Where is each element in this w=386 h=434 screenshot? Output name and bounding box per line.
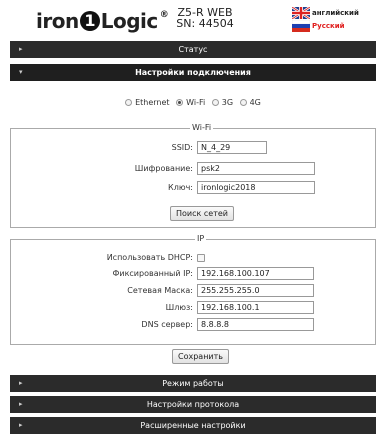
logo-text-iron: iron: [36, 9, 79, 33]
radio-dot: [211, 99, 219, 106]
gateway-label: Шлюз:: [165, 303, 193, 312]
key-label: Ключ:: [168, 183, 193, 192]
section-advanced[interactable]: ▸ Расширенные настройки: [10, 417, 376, 434]
radio-dot: [125, 99, 133, 106]
section-mode-label: Режим работы: [162, 379, 224, 388]
radio-label: Ethernet: [135, 98, 170, 107]
radio-dot: [239, 99, 247, 106]
encryption-label: Шифрование:: [134, 164, 193, 173]
device-info: Z5-R WEB SN: 44504: [172, 7, 238, 29]
radio-label: 3G: [221, 98, 234, 107]
chevron-right-icon: ▸: [19, 379, 23, 387]
dhcp-label: Использовать DHCP:: [106, 253, 193, 262]
language-selector: английский Русский: [292, 6, 359, 32]
radio-ethernet[interactable]: Ethernet: [125, 98, 170, 107]
dhcp-checkbox[interactable]: [197, 253, 205, 262]
section-status[interactable]: ▸ Статус: [10, 41, 376, 58]
section-advanced-label: Расширенные настройки: [140, 421, 246, 430]
key-row: Ключ: ironlogic2018: [11, 181, 315, 194]
ssid-row: SSID: N_4_29: [11, 141, 267, 154]
language-english-label: английский: [312, 8, 359, 17]
ironlogic-logo: iron 1 Logic ®: [36, 9, 169, 33]
chevron-right-icon: ▸: [19, 400, 23, 408]
connection-panel: Ethernet Wi-Fi 3G 4G Wi-Fi SSID: N_4_29 …: [10, 81, 376, 371]
wifi-legend: Wi-Fi: [190, 123, 214, 132]
wifi-fieldset: Wi-Fi SSID: N_4_29 Шифрование: psk2 Ключ…: [10, 123, 376, 228]
radio-4g[interactable]: 4G: [239, 98, 261, 107]
gateway-input[interactable]: 192.168.100.1: [197, 301, 314, 314]
radio-3g[interactable]: 3G: [211, 98, 234, 107]
dns-row: DNS сервер: 8.8.8.8: [11, 318, 314, 331]
language-russian[interactable]: Русский: [292, 19, 359, 32]
section-connection-label: Настройки подключения: [135, 68, 251, 77]
radio-label: 4G: [249, 98, 261, 107]
mask-label: Сетевая Маска:: [127, 286, 193, 295]
section-connection[interactable]: ▾ Настройки подключения: [10, 64, 376, 81]
mask-input[interactable]: 255.255.255.0: [197, 284, 314, 297]
ip-fieldset: IP Использовать DHCP: Фиксированный IP: …: [10, 234, 376, 345]
ru-flag-icon: [292, 19, 310, 32]
fixed-ip-input[interactable]: 192.168.100.107: [197, 267, 314, 280]
mask-row: Сетевая Маска: 255.255.255.0: [11, 284, 314, 297]
section-protocol[interactable]: ▸ Настройки протокола: [10, 396, 376, 413]
chevron-right-icon: ▸: [19, 45, 23, 53]
dns-input[interactable]: 8.8.8.8: [197, 318, 314, 331]
chevron-down-icon: ▾: [19, 68, 23, 76]
section-mode[interactable]: ▸ Режим работы: [10, 375, 376, 392]
page-header: iron 1 Logic ® Z5-R WEB SN: 44504 английски…: [0, 0, 386, 40]
gateway-row: Шлюз: 192.168.100.1: [11, 301, 314, 314]
encryption-input[interactable]: psk2: [197, 162, 315, 175]
language-russian-label: Русский: [312, 21, 345, 30]
radio-wifi[interactable]: Wi-Fi: [176, 98, 205, 107]
encryption-row: Шифрование: psk2: [11, 162, 315, 175]
uk-flag-icon: [292, 6, 310, 19]
scan-networks-button[interactable]: Поиск сетей: [170, 206, 234, 221]
ssid-label: SSID:: [171, 143, 193, 152]
logo-registered-mark: ®: [159, 10, 169, 20]
logo-text-logic: Logic: [100, 9, 159, 33]
radio-label: Wi-Fi: [186, 98, 206, 107]
radio-dot: [176, 99, 184, 106]
dhcp-row: Использовать DHCP:: [11, 253, 205, 262]
save-button[interactable]: Сохранить: [172, 349, 229, 364]
key-input[interactable]: ironlogic2018: [197, 181, 315, 194]
section-protocol-label: Настройки протокола: [146, 400, 240, 409]
ip-legend: IP: [195, 234, 207, 243]
fixed-ip-label: Фиксированный IP:: [112, 269, 193, 278]
dns-label: DNS сервер:: [141, 320, 193, 329]
logo-circle: 1: [79, 11, 100, 31]
ssid-input[interactable]: N_4_29: [197, 141, 267, 154]
device-serial: SN: 44504: [176, 17, 234, 30]
language-english[interactable]: английский: [292, 6, 359, 19]
chevron-right-icon: ▸: [19, 421, 23, 429]
connection-type-group: Ethernet Wi-Fi 3G 4G: [10, 98, 376, 108]
fixed-ip-row: Фиксированный IP: 192.168.100.107: [11, 267, 314, 280]
section-status-label: Статус: [178, 45, 208, 54]
